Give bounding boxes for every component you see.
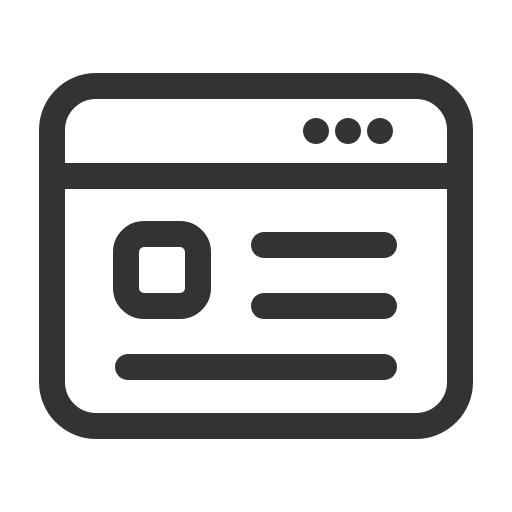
window-dot-icon: [367, 118, 393, 144]
window-control-dots: [303, 118, 393, 144]
window-dot-icon: [335, 118, 361, 144]
image-placeholder-icon: [113, 221, 211, 319]
icon-canvas: [0, 0, 512, 512]
browser-window-content-icon: [39, 73, 473, 439]
window-dot-icon: [303, 118, 329, 144]
